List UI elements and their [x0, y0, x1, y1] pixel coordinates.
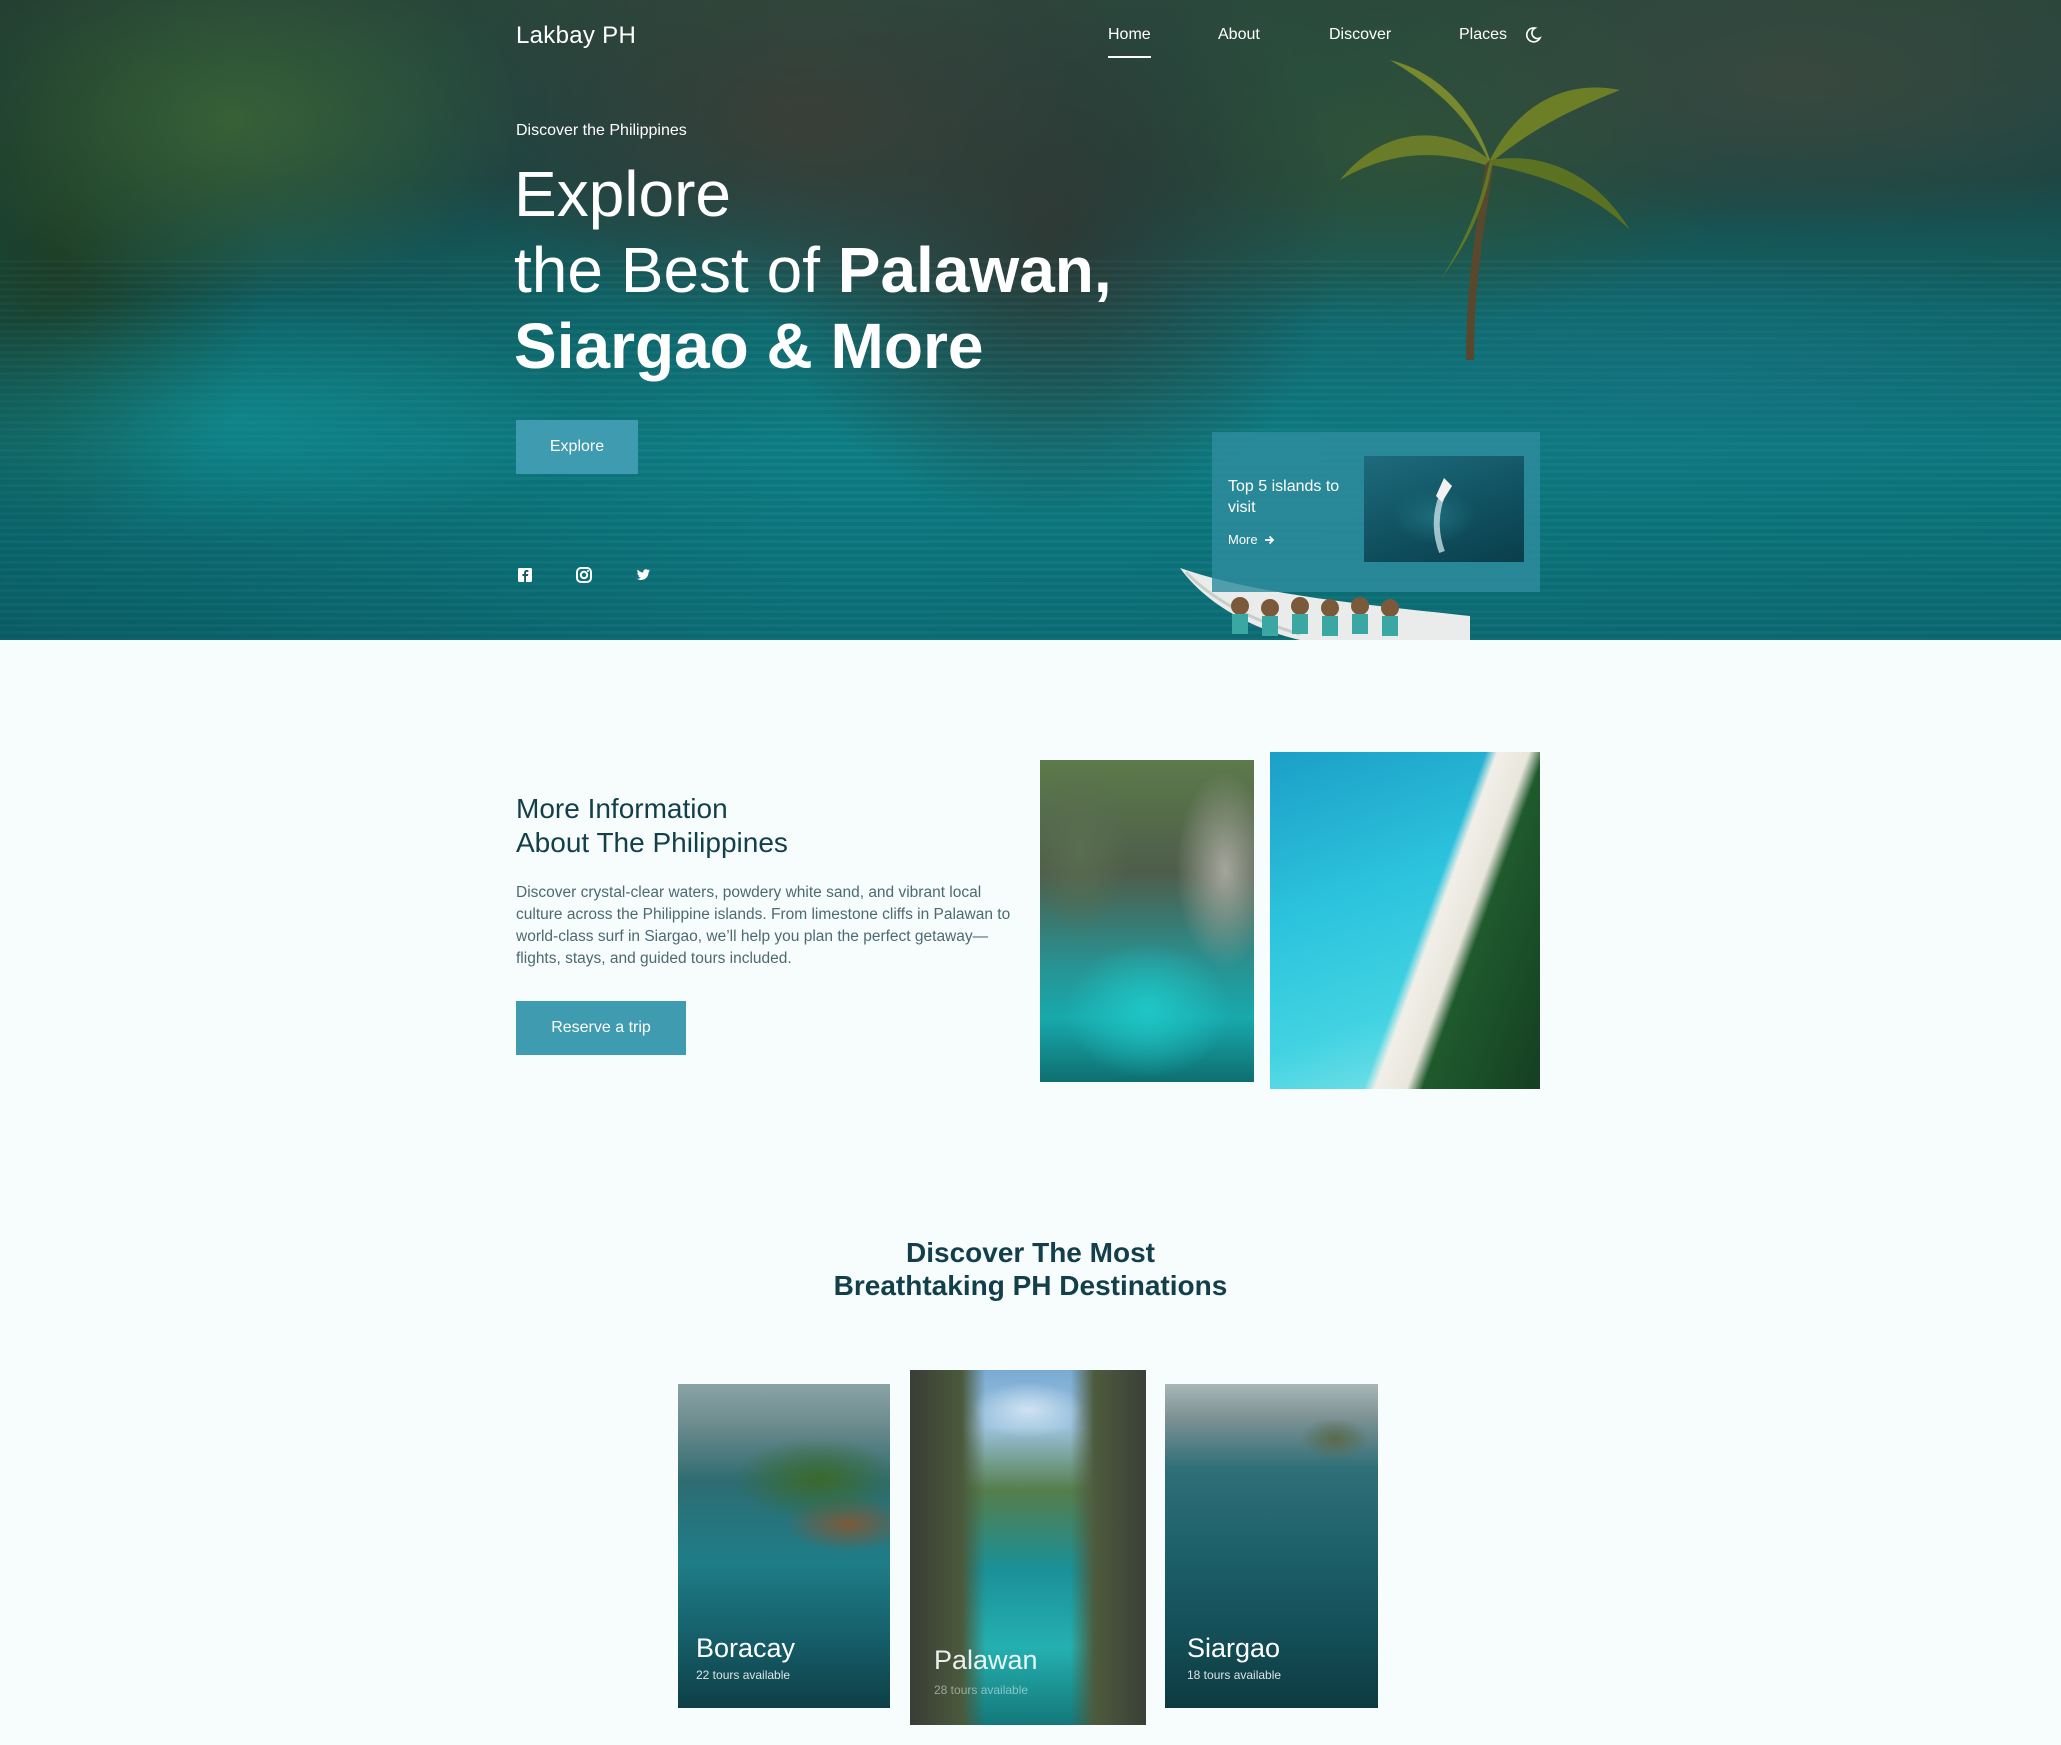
twitter-icon[interactable]: [634, 566, 652, 584]
destination-name: Siargao: [1187, 1633, 1281, 1663]
destination-card-boracay[interactable]: Boracay 22 tours available: [678, 1384, 890, 1708]
facebook-icon[interactable]: [516, 566, 534, 584]
explore-button[interactable]: Explore: [516, 420, 638, 474]
destination-tours: 22 tours available: [696, 1668, 791, 1682]
nav-about[interactable]: About: [1218, 26, 1260, 44]
destinations-title-line1: Discover The Most: [906, 1237, 1155, 1268]
promo-boat-image: [1364, 456, 1524, 562]
destination-card-palawan[interactable]: Palawan 28 tours available: [910, 1370, 1146, 1725]
hero-title: Explore the Best of Palawan, Siargao & M…: [514, 156, 1112, 384]
hero-title-line2: the Best of Palawan,: [514, 232, 1112, 308]
arrow-right-icon: [1264, 535, 1274, 544]
top-islands-card[interactable]: Top 5 islands to visit More: [1212, 432, 1540, 592]
instagram-icon[interactable]: [575, 566, 593, 584]
hero-title-line1: Explore: [514, 158, 731, 230]
destination-name: Palawan: [934, 1645, 1038, 1675]
promo-title: Top 5 islands to visit: [1228, 478, 1340, 516]
hero-eyebrow: Discover the Philippines: [516, 122, 687, 139]
info-title: More Information About The Philippines: [516, 792, 788, 860]
hero-title-bold-2: Siargao & More: [514, 310, 984, 382]
nav-home[interactable]: Home: [1108, 26, 1151, 58]
reserve-trip-button[interactable]: Reserve a trip: [516, 1001, 686, 1055]
nav-places[interactable]: Places: [1459, 26, 1507, 44]
destination-tours: 18 tours available: [1187, 1668, 1282, 1682]
promo-more-link[interactable]: More: [1228, 532, 1275, 547]
brand-logo[interactable]: Lakbay PH: [516, 22, 636, 50]
destinations-title-line2: Breathtaking PH Destinations: [833, 1270, 1228, 1301]
canyon-lagoon-photo: [1040, 760, 1254, 1082]
destination-card-siargao[interactable]: Siargao 18 tours available: [1165, 1384, 1378, 1708]
destinations-title: Discover The Most Breathtaking PH Destin…: [0, 1236, 2061, 1302]
moon-icon[interactable]: [1524, 26, 1542, 44]
info-title-line1: More Information: [516, 793, 728, 824]
info-description: Discover crystal-clear waters, powdery w…: [516, 884, 1011, 967]
nav-discover[interactable]: Discover: [1329, 26, 1391, 44]
aerial-beach-photo: [1270, 752, 1540, 1089]
promo-boat-illustration: [1433, 478, 1452, 554]
promo-more-label: More: [1228, 532, 1258, 547]
hero-section: Lakbay PH Home About Discover Places Dis…: [0, 0, 2061, 640]
hero-title-light: the Best of: [514, 234, 838, 306]
hero-title-line3: Siargao & More: [514, 308, 1112, 384]
destination-tours: 28 tours available: [934, 1683, 1029, 1697]
hero-title-bold: Palawan,: [837, 234, 1112, 306]
destination-name: Boracay: [696, 1633, 796, 1663]
info-title-line2: About The Philippines: [516, 827, 788, 858]
